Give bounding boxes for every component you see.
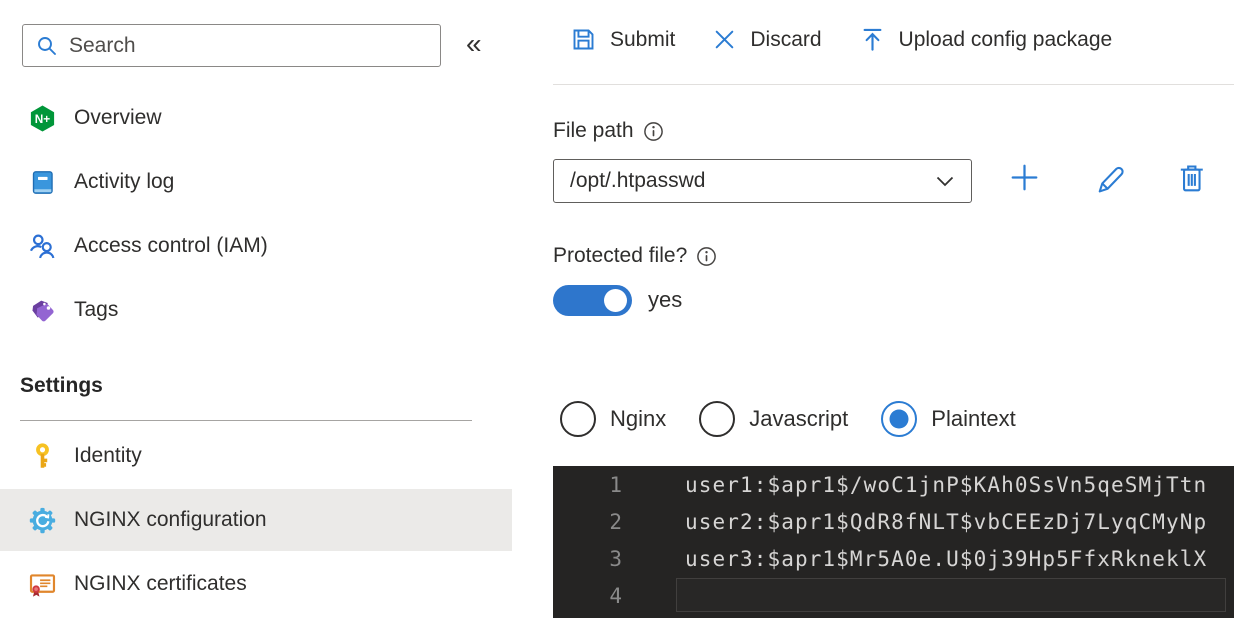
file-path-label-row: File path <box>553 119 664 143</box>
file-path-value: /opt/.htpasswd <box>570 169 706 192</box>
settings-section-header: Settings <box>20 374 103 397</box>
radio-label: Javascript <box>749 406 849 431</box>
delete-file-button[interactable] <box>1173 160 1207 194</box>
radio-javascript[interactable]: Javascript <box>699 401 848 437</box>
code-line[interactable]: 3 user3:$apr1$Mr5A0e.U$0j39Hp5FfxRkneklX <box>553 540 1234 577</box>
submit-label: Submit <box>610 27 676 51</box>
code-line[interactable]: 1 user1:$apr1$/woC1jnP$KAh0SsVn5qeSMjTtn <box>553 466 1234 503</box>
radio-circle <box>699 401 736 437</box>
radio-nginx[interactable]: Nginx <box>560 401 666 437</box>
sidebar-item-access-control[interactable]: Access control (IAM) <box>0 215 512 277</box>
book-icon <box>28 168 57 197</box>
code-editor[interactable]: 1 user1:$apr1$/woC1jnP$KAh0SsVn5qeSMjTtn… <box>553 466 1234 618</box>
settings-divider <box>20 420 472 421</box>
line-number: 3 <box>609 546 622 571</box>
dismiss-icon <box>712 27 737 52</box>
sidebar-item-activity-log[interactable]: Activity log <box>0 151 512 213</box>
protected-file-label-row: Protected file? <box>553 244 717 268</box>
line-number: 1 <box>609 472 622 497</box>
sidebar-item-label: NGINX configuration <box>74 508 267 531</box>
file-path-label: File path <box>553 119 634 142</box>
syntax-radio-group: Nginx Javascript Plaintext <box>560 401 1016 437</box>
nginx-logo-icon: N+ <box>28 104 57 133</box>
sidebar-item-identity[interactable]: Identity <box>0 425 512 487</box>
discard-label: Discard <box>750 27 822 51</box>
add-file-button[interactable] <box>1007 160 1041 194</box>
radio-circle <box>881 401 918 437</box>
sidebar-item-label: Identity <box>74 444 142 467</box>
info-icon[interactable] <box>643 121 664 142</box>
sidebar-item-label: Overview <box>74 106 162 129</box>
submit-button[interactable]: Submit <box>570 26 675 53</box>
gear-icon <box>28 506 57 535</box>
radio-label: Plaintext <box>931 406 1016 431</box>
svg-text:N+: N+ <box>35 111 51 125</box>
save-icon <box>570 26 597 53</box>
sidebar: « N+ Overview Activity log Access contro… <box>0 0 512 618</box>
toggle-knob <box>604 289 627 312</box>
people-icon <box>28 232 57 261</box>
line-number: 2 <box>609 509 622 534</box>
key-icon <box>28 442 57 471</box>
code-line[interactable]: 2 user2:$apr1$QdR8fNLT$vbCEEzDj7LyqCMyNp <box>553 503 1234 540</box>
current-line-highlight <box>676 578 1226 612</box>
collapse-sidebar-icon[interactable]: « <box>466 28 482 60</box>
toggle-state-label: yes <box>648 287 683 312</box>
sidebar-item-overview[interactable]: N+ Overview <box>0 87 512 149</box>
radio-circle <box>560 401 596 437</box>
chevron-down-icon <box>933 169 957 193</box>
protected-file-toggle[interactable] <box>553 285 632 316</box>
code-line-current[interactable]: 4 <box>553 577 1234 614</box>
certificate-icon <box>28 570 57 599</box>
line-number: 4 <box>609 583 622 608</box>
upload-config-package-button[interactable]: Upload config package <box>859 26 1113 53</box>
sidebar-item-nginx-certificates[interactable]: NGINX certificates <box>0 553 512 615</box>
tag-icon <box>28 296 57 325</box>
edit-file-button[interactable] <box>1091 160 1125 194</box>
main-content: Submit Discard Upload config package Fil… <box>553 0 1234 618</box>
upload-label: Upload config package <box>898 27 1113 51</box>
sidebar-item-label: Tags <box>74 298 119 321</box>
sidebar-item-label: Access control (IAM) <box>74 234 268 257</box>
protected-file-label: Protected file? <box>553 244 688 267</box>
search-input[interactable] <box>69 33 399 58</box>
search-icon <box>35 34 59 58</box>
toolbar-divider <box>553 84 1234 85</box>
discard-button[interactable]: Discard <box>712 27 822 52</box>
sidebar-item-label: Activity log <box>74 170 175 193</box>
file-path-combobox[interactable]: /opt/.htpasswd <box>553 159 972 203</box>
radio-plaintext[interactable]: Plaintext <box>881 401 1016 437</box>
search-box[interactable] <box>22 24 441 67</box>
info-icon[interactable] <box>696 246 717 267</box>
command-bar: Submit Discard Upload config package <box>570 26 1112 53</box>
radio-label: Nginx <box>610 406 667 431</box>
line-text: user3:$apr1$Mr5A0e.U$0j39Hp5FfxRkneklX <box>685 546 1208 571</box>
line-text: user1:$apr1$/woC1jnP$KAh0SsVn5qeSMjTtn <box>685 472 1208 497</box>
sidebar-item-tags[interactable]: Tags <box>0 279 512 341</box>
sidebar-item-nginx-configuration[interactable]: NGINX configuration <box>0 489 512 551</box>
line-text: user2:$apr1$QdR8fNLT$vbCEEzDj7LyqCMyNp <box>685 509 1208 534</box>
upload-icon <box>859 26 886 53</box>
sidebar-item-label: NGINX certificates <box>74 572 247 595</box>
